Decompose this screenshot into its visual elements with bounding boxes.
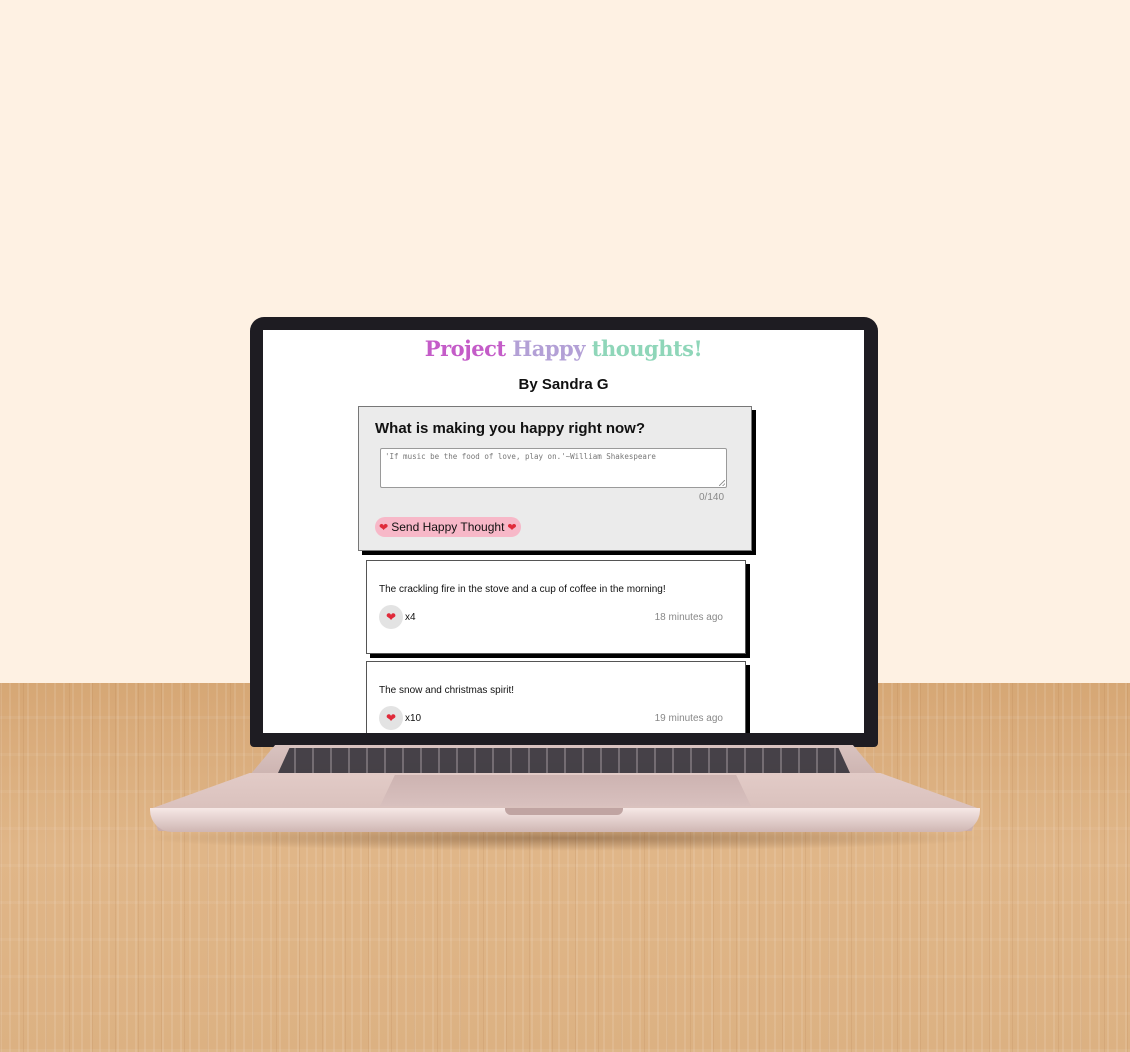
send-button-label: Send Happy Thought (391, 520, 505, 534)
thought-card: The snow and christmas spirit! ❤ x10 19 … (366, 661, 746, 733)
thought-message: The snow and christmas spirit! (379, 685, 515, 696)
like-count: x4 (405, 612, 416, 623)
laptop-notch (505, 808, 623, 815)
title-word-project: Project (424, 336, 506, 361)
heart-icon: ❤ (385, 711, 397, 725)
thought-timestamp: 18 minutes ago (654, 612, 723, 623)
like-button[interactable]: ❤ (379, 706, 403, 730)
send-thought-button[interactable]: ❤ Send Happy Thought ❤ (375, 517, 521, 537)
like-count: x10 (405, 713, 422, 724)
heart-icon: ❤ (379, 521, 389, 534)
laptop-keyboard (278, 748, 850, 773)
heart-icon: ❤ (507, 521, 517, 534)
form-question: What is making you happy right now? (375, 420, 646, 437)
title-word-thoughts: thoughts! (591, 336, 703, 361)
character-counter: 0/140 (699, 492, 725, 503)
laptop-screen: Project Happy thoughts! By Sandra G What… (263, 330, 864, 733)
laptop-trackpad (380, 775, 751, 806)
thought-textarea[interactable]: 'If music be the food of love, play on.'… (380, 448, 727, 488)
textarea-placeholder: 'If music be the food of love, play on.'… (385, 452, 656, 461)
thought-timestamp: 19 minutes ago (654, 713, 723, 724)
author-byline: By Sandra G (518, 376, 609, 393)
thought-card: The crackling fire in the stove and a cu… (366, 560, 746, 654)
heart-icon: ❤ (385, 610, 397, 624)
thought-form: What is making you happy right now? 'If … (358, 406, 752, 551)
like-button[interactable]: ❤ (379, 605, 403, 629)
thought-message: The crackling fire in the stove and a cu… (379, 584, 666, 595)
app-title: Project Happy thoughts! (263, 336, 864, 361)
title-word-happy: Happy (512, 336, 585, 361)
resize-handle-icon[interactable] (719, 480, 725, 486)
